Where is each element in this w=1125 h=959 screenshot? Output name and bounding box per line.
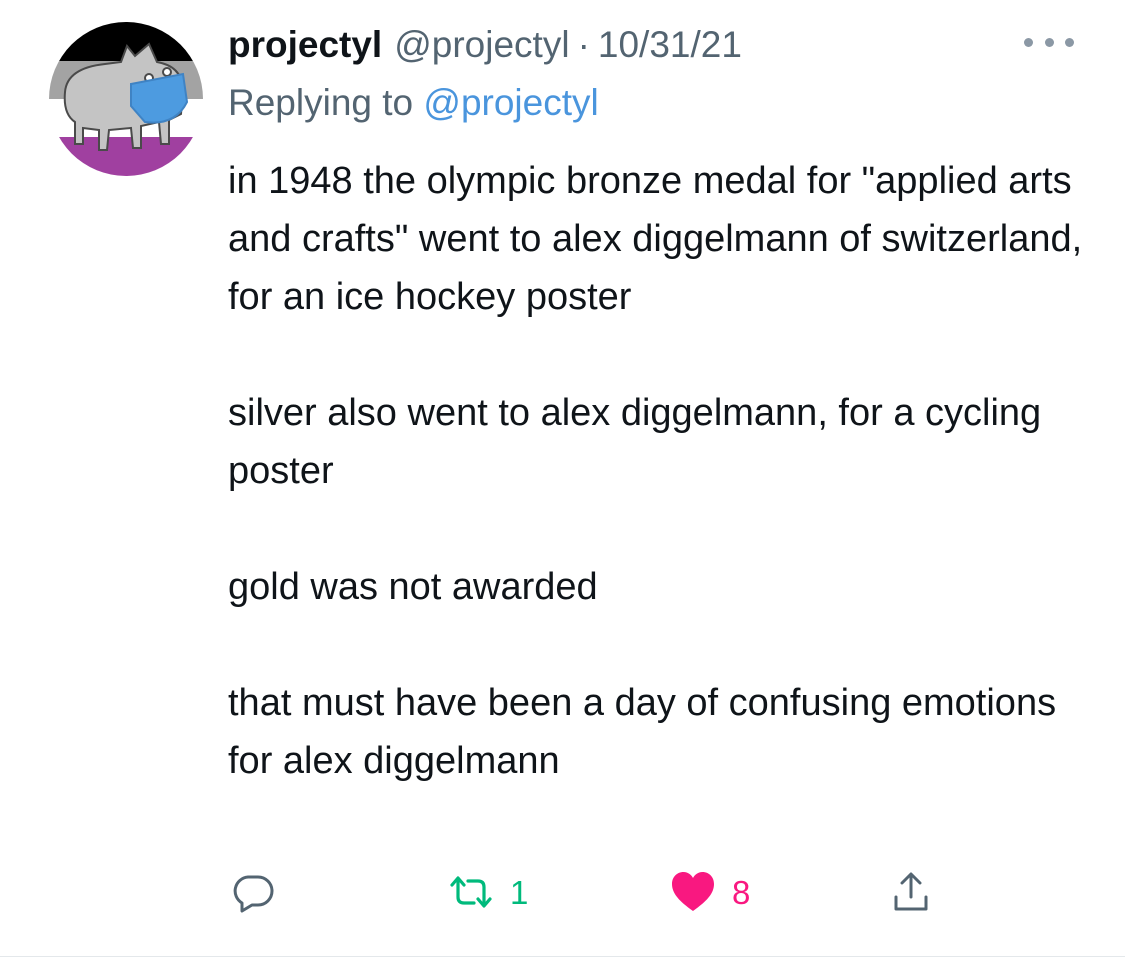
more-horizontal-icon-dot bbox=[1044, 37, 1054, 47]
avatar[interactable] bbox=[49, 22, 203, 176]
avatar-image bbox=[49, 22, 203, 176]
tweet-paragraph: silver also went to alex diggelmann, for… bbox=[228, 392, 1042, 492]
more-horizontal-icon bbox=[1024, 37, 1033, 47]
share-icon bbox=[894, 872, 928, 911]
retweet-button[interactable]: 1 bbox=[446, 862, 528, 922]
retweet-icon bbox=[450, 876, 492, 908]
author-handle[interactable]: @projectyl bbox=[394, 20, 569, 70]
retweet-count: 1 bbox=[510, 873, 529, 911]
replying-to-handle[interactable]: @projectyl bbox=[423, 82, 598, 123]
tweet-date[interactable]: 10/31/21 bbox=[598, 20, 742, 70]
author-display-name[interactable]: projectyl bbox=[228, 20, 382, 70]
tweet-paragraph: that must have been a day of confusing e… bbox=[228, 682, 1057, 782]
replying-to-label: Replying to bbox=[228, 82, 424, 123]
more-options-button[interactable] bbox=[1024, 28, 1074, 56]
tweet-text: in 1948 the olympic bronze medal for "ap… bbox=[228, 152, 1088, 790]
more-horizontal-icon-dot bbox=[1065, 37, 1074, 47]
reply-bubble-icon bbox=[233, 875, 274, 913]
tweet-header: projectyl @projectyl · 10/31/21 bbox=[228, 20, 742, 70]
tweet: projectyl @projectyl · 10/31/21 Replying… bbox=[0, 0, 1125, 959]
like-button[interactable]: 8 bbox=[668, 862, 750, 922]
separator-dot: · bbox=[577, 24, 590, 65]
like-count: 8 bbox=[732, 873, 751, 911]
tweet-paragraph: gold was not awarded bbox=[228, 566, 598, 608]
replying-to: Replying to @projectyl bbox=[228, 78, 599, 128]
tweet-paragraph: in 1948 the olympic bronze medal for "ap… bbox=[228, 160, 1083, 318]
share-button[interactable] bbox=[886, 862, 936, 922]
bottom-divider bbox=[0, 956, 1125, 957]
tweet-actions: 1 8 bbox=[228, 862, 1008, 922]
heart-icon bbox=[672, 872, 714, 911]
reply-button[interactable] bbox=[228, 862, 278, 922]
